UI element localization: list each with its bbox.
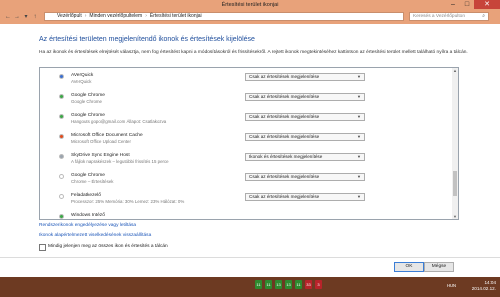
behavior-value: Csak az értesítések megjelenítése	[249, 134, 320, 139]
clock[interactable]: 14:04 2014.02.12.	[464, 280, 496, 291]
app-icon	[59, 74, 64, 79]
maximize-button[interactable]: □	[460, 0, 474, 9]
app-status: A fájlok naprakészek – legutóbbi frissít…	[71, 159, 169, 164]
app-status: Chrome – Értesítések	[71, 179, 114, 184]
behavior-select[interactable]: Ikonok és értesítések megjelenítése ▼	[245, 153, 365, 161]
main-content: Az értesítési területen megjelenítendő i…	[0, 24, 500, 277]
scroll-down-icon[interactable]: ▼	[452, 214, 458, 219]
tray-icon[interactable]: 11	[255, 280, 262, 289]
page-title: Az értesítési területen megjelenítendő i…	[39, 36, 255, 43]
app-icon	[59, 154, 64, 159]
list-item: Google Chrome Chrome – Értesítések Csak az…	[40, 171, 450, 191]
search-placeholder: Keresés a Vezérlőpulton	[413, 14, 465, 19]
behavior-select[interactable]: Csak az értesítések megjelenítése ▼	[245, 133, 365, 141]
app-icon	[59, 194, 64, 199]
restore-defaults-link[interactable]: Ikonok alapértelmezett viselkedésének vi…	[39, 233, 151, 238]
behavior-value: Ikonok és értesítések megjelenítése	[249, 154, 323, 159]
list-item: Google Chrome Hangouts gopo@gmail.com Áll…	[40, 111, 450, 131]
notification-icon-list[interactable]: AVerQuick AVerQuick Csak az értesítések me…	[39, 67, 459, 220]
scroll-thumb[interactable]	[453, 171, 457, 196]
behavior-select[interactable]: Csak az értesítések megjelenítése ▼	[245, 93, 365, 101]
chevron-down-icon: ▼	[357, 74, 361, 79]
chevron-down-icon: ▼	[357, 134, 361, 139]
breadcrumb-item[interactable]: Értesítési terület ikonjai	[150, 13, 202, 19]
window-title: Értesítési terület ikonjai	[221, 2, 279, 8]
list-item: Microsoft Office Document Cache Microsoft…	[40, 131, 450, 151]
checkbox-label: Mindig jelenjen meg az összes ikon és ér…	[48, 244, 168, 249]
behavior-select[interactable]: Csak az értesítések megjelenítése ▼	[245, 113, 365, 121]
ok-button[interactable]: OK	[394, 262, 424, 272]
taskbar: 11 11 13 13 11 33 3 HUN 14:04 2014.02.12.	[0, 277, 500, 297]
app-name: Google Chrome	[71, 113, 105, 118]
app-name: AVerQuick	[71, 73, 94, 78]
behavior-select[interactable]: Csak az értesítések megjelenítése ▼	[245, 193, 365, 201]
list-item: Feladatkezelő Processzor: 25% Memória: 30…	[40, 191, 450, 211]
forward-icon[interactable]: →	[13, 13, 21, 21]
app-name: Google Chrome	[71, 93, 105, 98]
app-icon	[59, 94, 64, 99]
behavior-select[interactable]: Csak az értesítések megjelenítése ▼	[245, 173, 365, 181]
chevron-down-icon: ▼	[357, 94, 361, 99]
chevron-down-icon: ▼	[357, 114, 361, 119]
system-icons-link[interactable]: Rendszerikonok engedélyezése vagy letilt…	[39, 223, 136, 228]
app-name: Feladatkezelő	[71, 193, 101, 198]
scrollbar[interactable]: ▲ ▼	[452, 68, 458, 219]
behavior-value: Csak az értesítések megjelenítése	[249, 114, 320, 119]
app-icon	[59, 114, 64, 119]
recent-chevron-icon[interactable]: ▾	[22, 13, 30, 21]
breadcrumb-item[interactable]: Minden vezérlőpultelem	[89, 13, 142, 19]
tray-icon[interactable]: 11	[265, 280, 272, 289]
list-item: Windows Intéző	[40, 211, 450, 219]
app-icon	[59, 174, 64, 179]
app-status: AVerQuick	[71, 79, 92, 84]
tray-icon[interactable]: 13	[275, 280, 282, 289]
minimize-button[interactable]: –	[446, 0, 460, 9]
list-item: AVerQuick AVerQuick Csak az értesítések me…	[40, 71, 450, 91]
app-icon	[59, 134, 64, 139]
tray-icon[interactable]: 33	[305, 280, 312, 289]
search-icon[interactable]: ⌕	[482, 13, 485, 20]
app-icon	[59, 214, 64, 219]
app-status: Google Chrome	[71, 99, 102, 104]
clock-date: 2014.02.12.	[471, 285, 496, 291]
address-bar[interactable]: Vezérlőpult › Minden vezérlőpultelem › Értes…	[44, 12, 404, 21]
app-status: Microsoft Office Upload Center	[71, 139, 131, 144]
cancel-button[interactable]: Mégse	[424, 262, 454, 272]
app-status: Processzor: 25% Memória: 30% Lemez: 23% …	[71, 199, 185, 204]
app-name: Google Chrome	[71, 173, 105, 178]
behavior-select[interactable]: Csak az értesítések megjelenítése ▼	[245, 73, 365, 81]
checkbox-box[interactable]	[39, 244, 46, 251]
chevron-down-icon: ▼	[357, 154, 361, 159]
scroll-up-icon[interactable]: ▲	[452, 68, 458, 73]
page-description: Ha az ikonok és értesítések elrejtését v…	[39, 50, 468, 55]
search-input[interactable]: Keresés a Vezérlőpulton ⌕	[409, 12, 489, 21]
list-item: SkyDrive Sync Engine Host A fájlok naprak…	[40, 151, 450, 171]
app-name: Microsoft Office Document Cache	[71, 133, 143, 138]
behavior-value: Csak az értesítések megjelenítése	[249, 74, 320, 79]
chevron-down-icon: ▼	[357, 194, 361, 199]
chevron-down-icon: ▼	[357, 174, 361, 179]
behavior-value: Csak az értesítések megjelenítése	[249, 94, 320, 99]
app-name: Windows Intéző	[71, 213, 105, 218]
tray-icon[interactable]: 13	[285, 280, 292, 289]
app-name: SkyDrive Sync Engine Host	[71, 153, 130, 158]
app-status: Hangouts gopo@gmail.com Állapot: Csatlak…	[71, 119, 167, 124]
divider	[0, 257, 500, 258]
tray-icon[interactable]: 11	[295, 280, 302, 289]
breadcrumb-item[interactable]: Vezérlőpult	[57, 13, 82, 19]
behavior-value: Csak az értesítések megjelenítése	[249, 194, 320, 199]
navigation-bar: ← → ▾ ↑ Vezérlőpult › Minden vezérlőpultel…	[0, 10, 500, 24]
language-indicator[interactable]: HUN	[447, 283, 456, 288]
list-item: Google Chrome Google Chrome Csak az értesí…	[40, 91, 450, 111]
tray-icon[interactable]: 3	[315, 280, 322, 289]
behavior-value: Csak az értesítések megjelenítése	[249, 174, 320, 179]
title-bar: Értesítési terület ikonjai – □ ✕	[0, 0, 500, 10]
up-icon[interactable]: ↑	[31, 13, 39, 21]
close-button[interactable]: ✕	[474, 0, 500, 9]
back-icon[interactable]: ←	[4, 13, 12, 21]
